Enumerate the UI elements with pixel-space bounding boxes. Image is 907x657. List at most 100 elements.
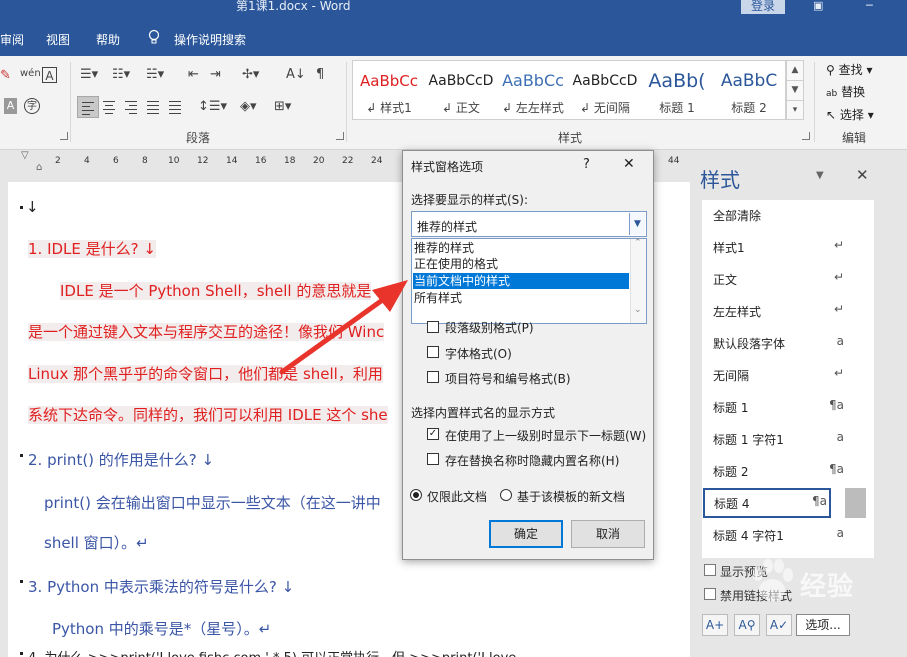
style-pane-options-dialog: 样式窗格选项 ? ✕ 选择要显示的样式(S): 推荐的样式 ▼ 推荐的样式 正在… <box>402 150 654 560</box>
show-marks-icon[interactable]: ¶ <box>316 67 324 83</box>
ribbon-display-options-icon[interactable]: ▣ <box>813 0 823 12</box>
new-style-button[interactable]: A+ <box>702 614 728 636</box>
phonetic-guide-icon[interactable]: wén <box>20 66 41 82</box>
show-preview-checkbox[interactable] <box>704 564 716 576</box>
style-item-clear-all[interactable]: 全部清除 <box>702 200 874 230</box>
ruler-tick: 2 <box>55 156 61 166</box>
sort-icon[interactable]: A↓ <box>286 67 306 83</box>
login-button[interactable]: 登录 <box>741 0 785 14</box>
tab-view[interactable]: 视图 <box>46 31 70 48</box>
style-item[interactable]: 标题 1 字符1 a <box>702 424 874 454</box>
gallery-down-icon[interactable]: ▼ <box>787 81 803 101</box>
left-indent-marker[interactable]: ⌂ <box>36 162 42 173</box>
dropdown-option-selected[interactable]: 当前文档中的样式 <box>413 273 629 289</box>
scroll-down-icon[interactable]: ⌄ <box>634 305 642 315</box>
chinese-layout-icon[interactable]: ✢▾ <box>242 67 259 83</box>
bullet-format-checkbox[interactable] <box>427 371 439 383</box>
styles-dropdown-list: 推荐的样式 正在使用的格式 当前文档中的样式 所有样式 ⌃ ⌄ <box>411 238 647 324</box>
style-tile-6[interactable]: AaBbC 标题 2 <box>713 61 785 119</box>
char-border-icon[interactable]: A <box>42 67 57 83</box>
group-separator <box>346 62 347 142</box>
style-tile-5[interactable]: AaBb( 标题 1 <box>641 61 713 119</box>
dropdown-option[interactable]: 正在使用的格式 <box>413 256 629 272</box>
show-next-heading-checkbox[interactable]: ✓ <box>427 428 439 440</box>
style-inspector-button[interactable]: A⚲ <box>734 614 760 636</box>
font-format-checkbox[interactable] <box>427 346 439 358</box>
clear-format-icon[interactable]: ✎ <box>0 68 11 84</box>
style-preview: AaBbCcD <box>572 73 638 89</box>
align-right-button[interactable] <box>121 96 143 118</box>
select-styles-label: 选择要显示的样式(S): <box>411 193 529 207</box>
select-button[interactable]: ↖ 选择 ▾ <box>826 106 874 123</box>
ruler-tick: 8 <box>142 156 148 166</box>
scroll-up-icon[interactable]: ⌃ <box>634 238 642 248</box>
align-center-button[interactable] <box>99 96 121 118</box>
char-shading-icon[interactable]: A <box>4 98 17 114</box>
justify-button[interactable] <box>143 96 165 118</box>
gallery-more-icon[interactable]: ▾ <box>787 101 803 121</box>
gallery-up-icon[interactable]: ▲ <box>787 61 803 81</box>
bullets-icon[interactable]: ☰▾ <box>80 67 98 83</box>
style-item[interactable]: 无间隔 ↵ <box>702 360 874 390</box>
ok-button[interactable]: 确定 <box>489 520 563 548</box>
styles-dialog-launcher[interactable] <box>802 132 810 140</box>
style-tile-4[interactable]: AaBbCcD ↲ 无间隔 <box>569 61 641 119</box>
paragraph-dialog-launcher[interactable] <box>336 132 344 140</box>
borders-icon[interactable]: ⊞▾ <box>274 99 291 115</box>
style-name: ↲ 左左样式 <box>502 101 564 115</box>
style-item[interactable]: 左左样式 ↵ <box>702 296 874 326</box>
ruler-tick: 16 <box>255 156 267 166</box>
tab-review[interactable]: 审阅 <box>0 31 24 48</box>
align-left-button[interactable] <box>77 96 99 118</box>
hide-builtin-name-checkbox[interactable] <box>427 453 439 465</box>
style-item[interactable]: 样式1 ↵ <box>702 232 874 262</box>
line-spacing-icon[interactable]: ↕☰▾ <box>198 99 227 115</box>
style-item[interactable]: 标题 4 字符1 a <box>702 520 874 550</box>
tab-help[interactable]: 帮助 <box>96 31 120 48</box>
multilevel-list-icon[interactable]: ☵▾ <box>146 67 164 83</box>
chevron-down-icon[interactable]: ▼ <box>629 213 645 235</box>
dropdown-option[interactable]: 推荐的样式 <box>413 240 629 256</box>
template-radio[interactable] <box>500 489 512 501</box>
tell-me-search[interactable]: 操作说明搜索 <box>174 31 246 48</box>
style-tile-1[interactable]: AaBbCc ↲ 样式1 <box>353 61 425 119</box>
enclose-char-icon[interactable]: 字 <box>24 98 40 114</box>
decrease-indent-icon[interactable]: ⇤ <box>188 67 199 83</box>
disable-linked-checkbox[interactable] <box>704 588 716 600</box>
style-tile-2[interactable]: AaBbCcD ↲ 正文 <box>425 61 497 119</box>
style-item-selected[interactable]: 标题 4 ¶a <box>703 488 831 518</box>
style-item[interactable]: 正文 ↵ <box>702 264 874 294</box>
pane-options-icon[interactable]: ▼ <box>816 170 824 181</box>
font-dialog-launcher[interactable] <box>60 132 68 140</box>
options-button[interactable]: 选项... <box>796 614 850 636</box>
ribbon-tabs: 审阅 视图 帮助 操作说明搜索 <box>0 16 907 56</box>
dropdown-option[interactable]: 所有样式 <box>413 290 629 306</box>
paragraph-mark <box>20 454 23 457</box>
doc-heading-1: 1. IDLE 是什么? ↓ <box>28 240 156 258</box>
minimize-icon[interactable]: ─ <box>866 0 873 12</box>
distributed-button[interactable] <box>165 96 187 118</box>
increase-indent-icon[interactable]: ⇥ <box>210 67 221 83</box>
gallery-scrollbar[interactable]: ▲ ▼ ▾ <box>786 60 804 120</box>
style-item[interactable]: 标题 1 ¶a <box>702 392 874 422</box>
style-item[interactable]: 标题 2 ¶a <box>702 456 874 486</box>
style-preview: AaBb( <box>648 71 706 91</box>
help-icon[interactable]: ? <box>583 157 590 172</box>
styles-to-show-select[interactable]: 推荐的样式 ▼ <box>411 211 647 237</box>
dropdown-scrollbar[interactable]: ⌃ ⌄ <box>630 238 646 323</box>
close-icon[interactable]: ✕ <box>623 156 635 172</box>
cancel-button[interactable]: 取消 <box>571 520 645 548</box>
numbering-icon[interactable]: ☷▾ <box>112 67 130 83</box>
ruler-tick: 22 <box>342 156 354 166</box>
replace-button[interactable]: ab 替换 <box>826 83 865 100</box>
style-tile-3[interactable]: AaBbCc ↲ 左左样式 <box>497 61 569 119</box>
first-line-indent-marker[interactable]: ▽ <box>21 150 29 161</box>
style-item[interactable]: 默认段落字体 a <box>702 328 874 358</box>
this-document-radio[interactable] <box>410 489 422 501</box>
paragraph-format-checkbox[interactable] <box>427 321 439 333</box>
style-item-dropdown[interactable] <box>845 488 866 518</box>
find-button[interactable]: ⚲ 查找 ▾ <box>826 61 872 78</box>
close-icon[interactable]: ✕ <box>856 166 869 184</box>
shading-icon[interactable]: ◈▾ <box>240 99 257 115</box>
manage-styles-button[interactable]: A✓ <box>766 614 792 636</box>
